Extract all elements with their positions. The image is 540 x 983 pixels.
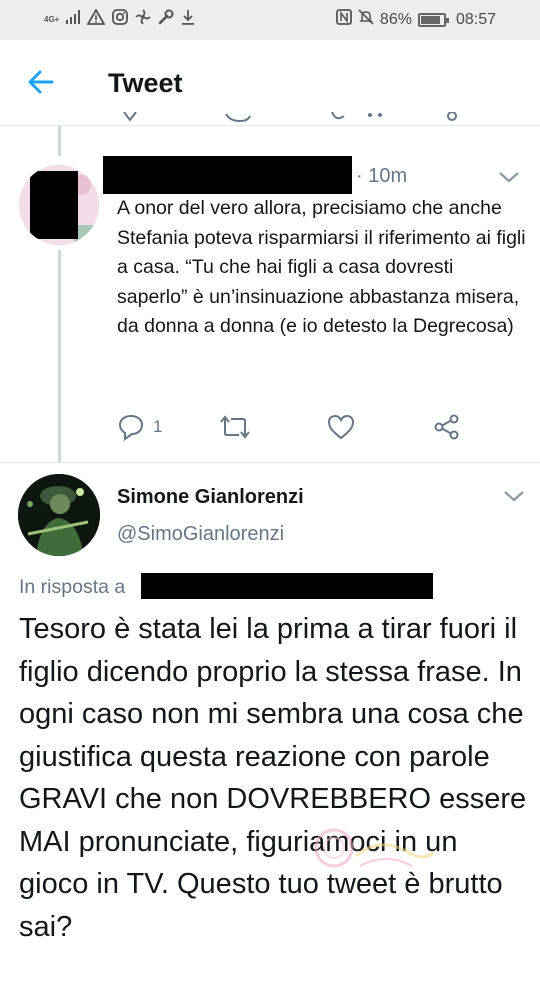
battery-icon [417,12,449,27]
like-button[interactable] [327,410,355,444]
mute-icon [358,9,374,30]
chevron-down-icon[interactable] [503,489,525,503]
reply-button[interactable]: 1 [117,410,162,444]
battery-percent: 86% [379,10,412,28]
divider [0,462,540,463]
signal-icon [66,10,81,29]
instagram-icon [112,9,129,30]
chevron-down-icon[interactable] [498,170,520,184]
share-button[interactable] [433,410,461,444]
back-button[interactable] [24,64,60,100]
retweet-icon [220,415,250,439]
status-left-icons: 4G+ [44,8,195,30]
tweet-timestamp[interactable]: · 10m [356,165,407,188]
avatar[interactable] [18,474,100,556]
status-bar: 4G+ 86% 08:57 [0,0,540,40]
wrench-icon [158,9,174,30]
page-title: Tweet [108,68,183,98]
avatar[interactable] [19,165,99,245]
battery-level [420,15,440,24]
retweet-button[interactable] [219,410,251,444]
tweet-actions: 1 [117,410,477,444]
redaction-box [30,171,78,239]
previous-tweet-actions-partial [0,112,540,126]
user-handle[interactable]: @SimoGianlorenzi [117,523,284,546]
redaction-box [103,156,352,194]
download-icon [181,9,195,30]
thread-line-top [58,126,61,156]
status-right-icons: 86% 08:57 [336,9,496,30]
clock: 08:57 [455,10,496,28]
thread-line-bottom [58,250,61,462]
display-name[interactable]: Simone Gianlorenzi [117,486,304,509]
fan-icon [135,9,151,30]
reply-count: 1 [153,417,163,436]
in-reply-to-label: In risposta a [19,576,126,598]
share-icon [434,414,459,440]
reply-icon [118,414,144,441]
network-type: 4G+ [44,14,60,24]
arrow-left-icon [28,70,54,94]
tweet-text: A onor del vero allora, precisiamo che a… [117,197,526,337]
nfc-icon [336,9,352,30]
tweet-text: Tesoro è stata lei la prima a tirar fuor… [19,613,527,943]
redaction-box [141,573,433,599]
warning-icon [86,8,106,30]
heart-icon [327,414,355,440]
